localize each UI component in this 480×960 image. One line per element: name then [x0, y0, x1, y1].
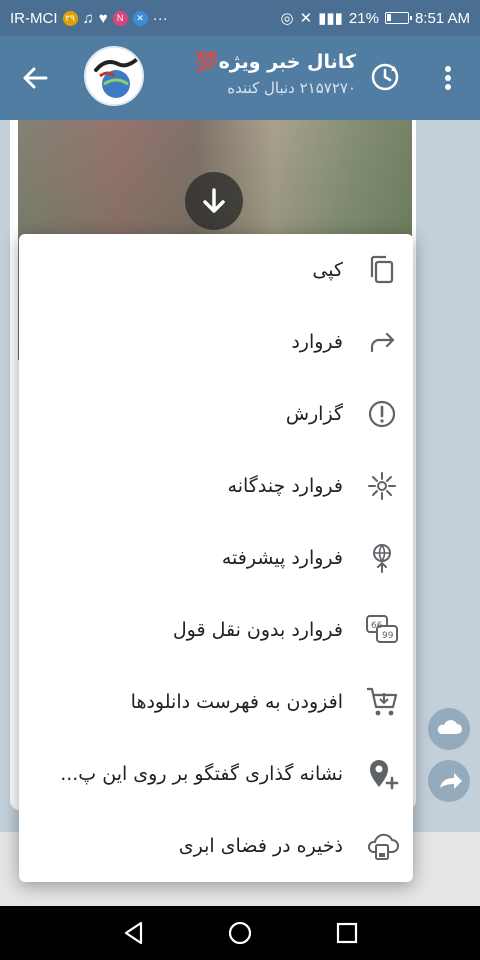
nav-home-button[interactable]: [225, 918, 255, 948]
menu-item-copy[interactable]: کپی: [19, 234, 413, 306]
notification-badge-icon: ۲۹: [62, 10, 78, 26]
nav-recents-icon: [336, 922, 358, 944]
subscriber-count: ۲۱۵۷۲۷۰ دنبال کننده: [227, 79, 356, 97]
copy-icon: [370, 255, 394, 284]
channel-title: کانال خبر ویژه💯: [194, 51, 356, 73]
clock: 8:51 AM: [414, 9, 470, 27]
menu-item-label: کپی: [312, 259, 343, 281]
signal-icon: ▮▮▮: [318, 10, 343, 27]
share-button[interactable]: [428, 760, 470, 802]
system-navigation-bar: [0, 906, 480, 960]
menu-item-label: فروارد چندگانه: [227, 475, 343, 497]
advanced-forward-icon: [373, 544, 391, 573]
cloud-share-button[interactable]: [428, 708, 470, 750]
menu-item-label: افزودن به فهرست دانلودها: [130, 691, 343, 713]
back-arrow-icon: [23, 67, 48, 89]
channel-logo-icon: [88, 50, 142, 104]
sync-icon: [371, 63, 399, 91]
status-bar: IR-MCI ۲۹ ♫ ♥ N ✕ ··· ◎ ✕ ▮▮▮ 21% 8:51 A…: [0, 0, 480, 36]
hotspot-icon: ◎: [280, 10, 294, 27]
menu-item-bookmark-conversation[interactable]: نشانه گذاری گفتگو بر روی این پ...: [19, 738, 413, 810]
menu-item-forward-without-quote[interactable]: فروارد بدون نقل قول 66 99: [19, 594, 413, 666]
report-icon: [368, 400, 396, 428]
menu-item-report[interactable]: گزارش: [19, 378, 413, 450]
menu-item-add-to-downloads[interactable]: افزودن به فهرست دانلودها: [19, 666, 413, 738]
channel-info[interactable]: کانال خبر ویژه💯 ۲۱۵۷۲۷۰ دنبال کننده: [156, 50, 356, 97]
app-notification-icon: N: [112, 10, 128, 26]
download-arrow-icon: [203, 188, 225, 213]
battery-percent: 21%: [348, 9, 379, 27]
svg-text:99: 99: [382, 631, 394, 641]
app-notification-icon-2: ✕: [132, 10, 148, 26]
share-arrow-icon: [440, 773, 462, 789]
channel-header: کانال خبر ویژه💯 ۲۱۵۷۲۷۰ دنبال کننده: [0, 36, 480, 120]
cloud-save-icon: [367, 833, 399, 860]
menu-item-label: فروارد پیشرفته: [221, 547, 343, 569]
health-icon: ♥: [98, 9, 108, 27]
svg-text:66: 66: [371, 621, 383, 631]
more-options-button[interactable]: [436, 60, 460, 96]
cart-icon: [367, 687, 398, 716]
nav-recents-button[interactable]: [332, 918, 362, 948]
message-context-menu: کپی فروارد گزارش فروارد چندگانه فروارد پ…: [19, 234, 413, 882]
menu-item-label: فروارد: [291, 331, 343, 353]
cloud-icon: [437, 720, 462, 734]
nav-home-icon: [228, 921, 252, 945]
forward-arrow-icon: [370, 332, 395, 353]
music-icon: ♫: [82, 9, 94, 27]
battery-icon: [384, 12, 412, 24]
menu-item-multi-forward[interactable]: فروارد چندگانه: [19, 450, 413, 522]
menu-item-label: گزارش: [285, 403, 343, 425]
more-vert-icon: [445, 66, 451, 90]
more-notifications-icon: ···: [152, 9, 168, 27]
quote-icon: 66 99: [366, 615, 398, 643]
download-button[interactable]: [185, 172, 243, 230]
nav-back-icon: [124, 921, 143, 945]
channel-avatar[interactable]: [84, 46, 144, 106]
multi-forward-icon: [368, 472, 396, 500]
back-button[interactable]: [18, 60, 54, 96]
location-add-icon: [370, 760, 399, 790]
menu-item-advanced-forward[interactable]: فروارد پیشرفته: [19, 522, 413, 594]
vibrate-off-icon: ✕: [299, 10, 313, 27]
nav-back-button[interactable]: [119, 918, 149, 948]
menu-item-forward[interactable]: فروارد: [19, 306, 413, 378]
refresh-button[interactable]: [368, 60, 402, 94]
carrier-label: IR-MCI: [10, 9, 58, 27]
menu-item-label: ذخیره در فضای ابری: [178, 835, 343, 857]
menu-item-save-to-cloud[interactable]: ذخیره در فضای ابری: [19, 810, 413, 882]
menu-item-label: فروارد بدون نقل قول: [172, 619, 343, 641]
menu-item-label: نشانه گذاری گفتگو بر روی این پ...: [60, 763, 343, 785]
